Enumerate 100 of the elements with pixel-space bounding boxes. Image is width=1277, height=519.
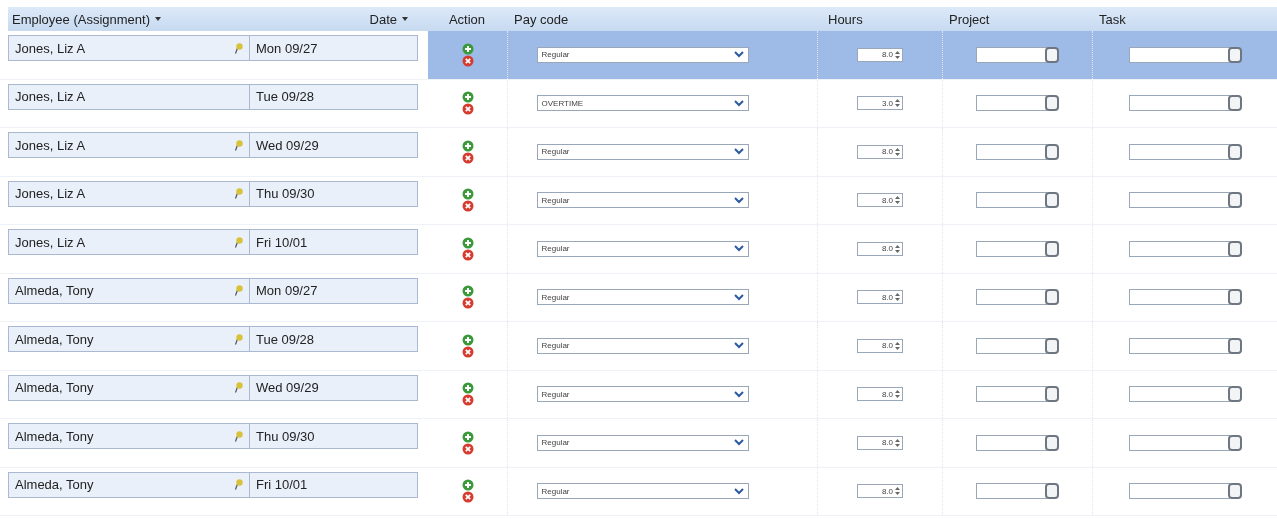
hours-field[interactable]: 8.0 [857,241,903,256]
lookup-button[interactable] [1045,143,1059,160]
employee-name: Almeda, Tony [15,331,94,347]
note-icon[interactable] [234,188,243,199]
task-field[interactable] [1128,434,1230,451]
lookup-button[interactable] [1045,289,1059,306]
note-icon[interactable] [234,139,243,151]
remove-icon[interactable] [461,200,474,213]
task-field[interactable] [1128,289,1230,306]
pay-code-dropdown[interactable]: Regular [536,434,749,451]
hours-field[interactable]: 8.0 [857,484,903,499]
add-icon[interactable] [461,188,474,201]
lookup-button[interactable] [1045,46,1059,63]
lookup-button[interactable] [1045,337,1059,354]
remove-icon[interactable] [461,345,474,358]
pay-code-dropdown[interactable]: Regular [536,289,749,306]
remove-icon[interactable] [461,297,474,310]
project-field[interactable] [976,483,1047,500]
add-icon[interactable] [461,430,474,443]
column-header[interactable]: Date [250,11,420,27]
add-icon[interactable] [461,285,474,298]
spinner-icon [895,293,900,302]
add-icon[interactable] [461,91,474,104]
project-field[interactable] [976,386,1047,403]
project-field[interactable] [976,46,1047,63]
hours-field[interactable]: 8.0 [857,387,903,402]
column-header: Action [447,11,487,27]
task-field[interactable] [1128,240,1230,257]
project-field[interactable] [976,434,1047,451]
hours-field[interactable]: 8.0 [857,144,903,159]
lookup-button[interactable] [1045,386,1059,403]
pay-code-dropdown[interactable]: Regular [536,337,749,354]
add-icon[interactable] [461,382,474,395]
remove-icon[interactable] [461,394,474,407]
hours-field[interactable]: 8.0 [857,47,903,62]
spinner-icon [895,487,900,496]
task-field[interactable] [1128,143,1230,160]
date-cell: Tue 09/28 [250,326,418,352]
remove-icon[interactable] [461,491,474,504]
project-field[interactable] [976,192,1047,209]
task-field[interactable] [1128,483,1230,500]
pay-code-dropdown[interactable]: Regular [536,46,749,63]
chevron-down-icon [733,487,744,495]
chevron-down-icon [733,51,744,59]
lookup-button[interactable] [1045,240,1059,257]
spinner-icon [895,196,900,205]
chevron-down-icon [733,439,744,447]
column-header: Task [1098,11,1127,27]
column-header[interactable]: Employee (Assignment) [8,11,250,27]
hours-field[interactable]: 3.0 [857,96,903,111]
task-field[interactable] [1128,192,1230,209]
task-field[interactable] [1128,46,1230,63]
hours-field[interactable]: 8.0 [857,435,903,450]
lookup-button[interactable] [1045,483,1059,500]
hours-field[interactable]: 8.0 [857,193,903,208]
remove-icon[interactable] [461,54,474,67]
pay-code-dropdown[interactable]: Regular [536,143,749,160]
date-cell: Wed 09/29 [250,132,418,158]
date-cell: Mon 09/27 [250,277,418,304]
employee-name: Jones, Liz A [15,234,86,250]
employee-name: Jones, Liz A [15,89,86,104]
task-field[interactable] [1128,95,1230,112]
note-icon[interactable] [234,382,243,393]
remove-icon[interactable] [461,248,474,261]
date-cell: Fri 10/01 [250,471,418,498]
pay-code-dropdown[interactable]: OVERTIME [536,95,749,112]
add-icon[interactable] [461,139,474,152]
lookup-button[interactable] [1045,95,1059,112]
add-icon[interactable] [461,42,474,55]
hours-field[interactable]: 8.0 [857,290,903,305]
add-icon[interactable] [461,479,474,492]
remove-icon[interactable] [461,442,474,455]
note-icon[interactable] [234,236,243,248]
project-field[interactable] [976,337,1047,354]
date-cell: Mon 09/27 [250,35,418,61]
remove-icon[interactable] [461,103,474,116]
pay-code-dropdown[interactable]: Regular [536,386,749,403]
project-field[interactable] [976,289,1047,306]
lookup-button[interactable] [1045,192,1059,209]
column-header: Pay code [513,11,570,27]
pay-code-dropdown[interactable]: Regular [536,240,749,257]
hours-field[interactable]: 8.0 [857,338,903,353]
pay-code-dropdown[interactable]: Regular [536,192,749,209]
chevron-down-icon [733,148,744,156]
lookup-button[interactable] [1045,434,1059,451]
note-icon[interactable] [234,42,243,54]
remove-icon[interactable] [461,151,474,164]
project-field[interactable] [976,95,1047,112]
task-field[interactable] [1128,386,1230,403]
note-icon[interactable] [234,479,243,490]
task-field[interactable] [1128,337,1230,354]
add-icon[interactable] [461,236,474,249]
note-icon[interactable] [234,333,243,345]
pay-code-dropdown[interactable]: Regular [536,483,749,500]
note-icon[interactable] [234,430,243,442]
project-field[interactable] [976,240,1047,257]
add-icon[interactable] [461,333,474,346]
project-field[interactable] [976,143,1047,160]
note-icon[interactable] [234,285,243,296]
sort-caret-icon [402,17,408,21]
